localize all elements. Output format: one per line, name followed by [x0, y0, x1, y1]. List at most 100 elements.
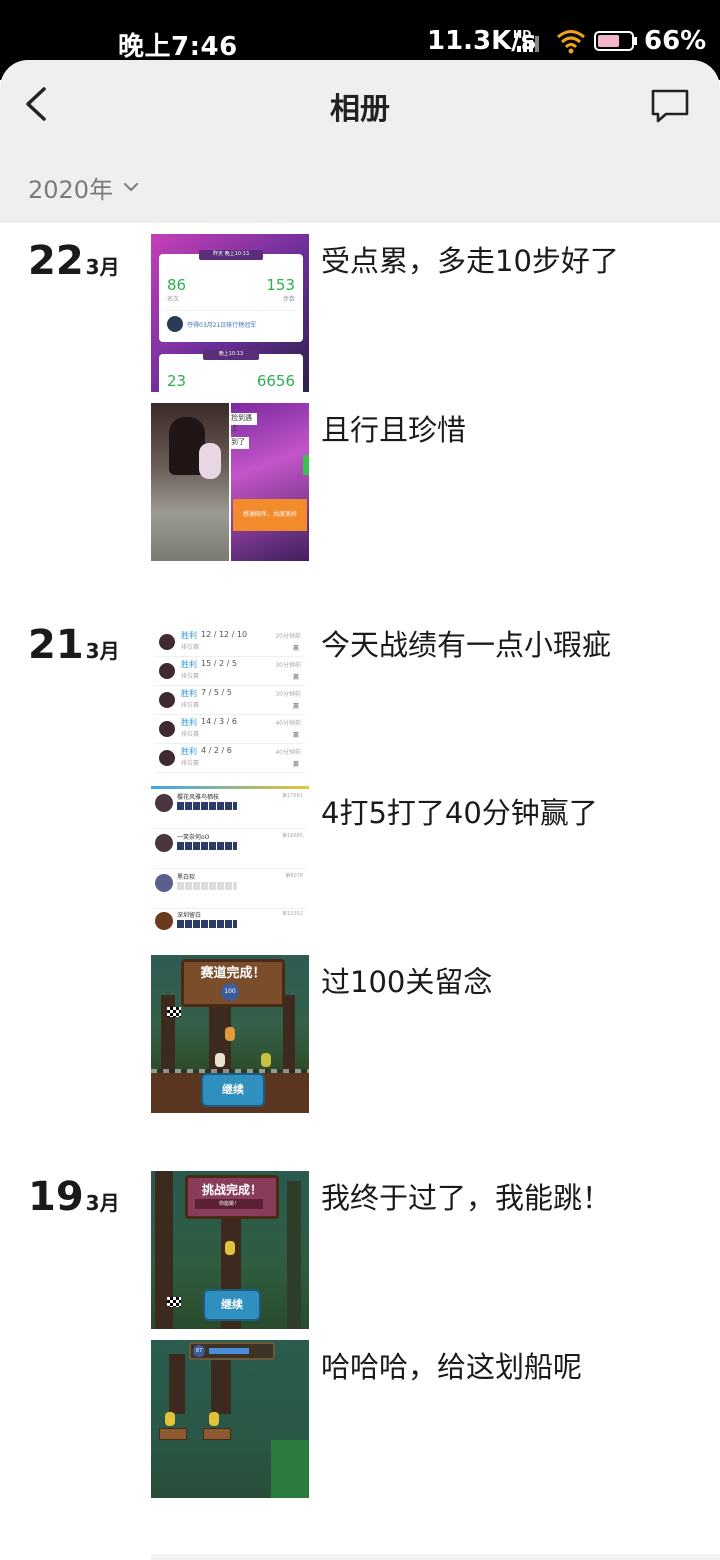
avatar [159, 750, 175, 766]
page-title: 相册 [330, 92, 390, 127]
tree-trunk [287, 1181, 301, 1329]
player-name: 黑白软 [177, 874, 196, 881]
item-strip [177, 920, 237, 928]
orange-banner: 感谢陪伴，共度美好 [233, 499, 307, 531]
divider [165, 310, 297, 311]
rank-number: 86 [167, 276, 187, 294]
match-result: 胜利 [181, 631, 197, 640]
item-strip [177, 802, 237, 810]
game-sign: 挑战完成！ [185, 1175, 279, 1219]
tree-trunk [283, 995, 295, 1075]
date-month: 3月 [85, 1191, 120, 1215]
date-label: 22 3月 [28, 238, 120, 284]
steps-card: 昨天 晚上10:13 86 153 名次 步数 夺得03月21日排行榜冠军 [159, 250, 303, 342]
date-day: 21 [28, 622, 84, 668]
avatar [159, 634, 175, 650]
match-kda: 7 / 5 / 5 [201, 688, 232, 697]
chat-bubble: 捡到遇上 [231, 413, 257, 432]
date-month: 3月 [85, 639, 120, 663]
match-mode: 排位赛 [181, 644, 200, 651]
match-time: 30分钟前 [275, 662, 301, 669]
match-kda: 4 / 2 / 6 [201, 746, 232, 755]
player-name: 樱花风雅鸟栖枝 [177, 794, 220, 801]
post-caption[interactable]: 我终于过了，我能跳！ [321, 1175, 611, 1217]
progress-strip [151, 786, 309, 789]
player-score: 第17681 [282, 793, 303, 799]
player-row: 黑白软 第8078 [153, 870, 307, 909]
post-caption[interactable]: 今天战绩有一点小瑕疵 [321, 622, 611, 664]
steps-label: 步数 [282, 296, 295, 303]
tree-trunk [169, 1354, 185, 1414]
character [165, 1412, 175, 1426]
year-filter[interactable]: 2020年 [0, 150, 720, 223]
battery-icon [594, 31, 637, 51]
photo-thumbnail[interactable]: 87 [151, 1340, 309, 1498]
rank-label: 名次 [167, 296, 180, 303]
photo-thumbnail[interactable]: 赛道完成！ 100 继续 [151, 955, 309, 1113]
match-kda: 12 / 12 / 10 [201, 630, 248, 639]
character [209, 1412, 219, 1426]
avatar [155, 874, 173, 892]
comment-icon[interactable] [650, 88, 690, 124]
item-strip [177, 882, 237, 890]
date-label: 21 3月 [28, 622, 120, 668]
tree-trunk [211, 1354, 231, 1414]
card-header: 晚上10:13 [203, 350, 259, 360]
match-result: 胜利 [181, 660, 197, 669]
avatar [167, 316, 183, 332]
battery-percent: 66% [644, 26, 707, 56]
status-time: 晚上7:46 [118, 32, 238, 62]
match-row: 胜利 4 / 2 / 6 排位赛 40分钟前 赢 [155, 744, 305, 773]
post-caption[interactable]: 受点累，多走10步好了 [321, 238, 619, 280]
match-result: 胜利 [181, 718, 197, 727]
game-subtitle: 你能跳！ [195, 1199, 263, 1209]
progress-fill [209, 1348, 249, 1354]
character [215, 1053, 225, 1067]
photo-thumbnail[interactable]: 樱花风雅鸟栖枝 第17681 一笑奈何oO 第16685 黑白软 第8078 深… [151, 786, 309, 944]
post-caption[interactable]: 过100关留念 [321, 959, 492, 1001]
steps-card: 晚上10:13 23 6656 [159, 350, 303, 392]
avatar [159, 663, 175, 679]
green-bar [303, 455, 309, 475]
match-row: 胜利 12 / 12 / 10 排位赛 20分钟前 赢 [155, 628, 305, 657]
photo-right [231, 403, 309, 561]
character [225, 1241, 235, 1255]
match-row: 胜利 14 / 3 / 6 排位赛 40分钟前 赢 [155, 715, 305, 744]
rank-number: 23 [167, 372, 187, 390]
match-mode: 排位赛 [181, 673, 200, 680]
checkered-flag-icon [167, 1297, 181, 1307]
date-label: 19 3月 [28, 1174, 120, 1220]
date-month: 3月 [85, 255, 120, 279]
character [261, 1053, 271, 1067]
item-strip [177, 842, 237, 850]
match-kda: 14 / 3 / 6 [201, 717, 237, 726]
photo-thumbnail[interactable]: 挑战完成！ 你能跳！ 继续 [151, 1171, 309, 1329]
steps-number: 153 [266, 276, 295, 294]
player-row: 一笑奈何oO 第16685 [153, 830, 307, 869]
post-caption[interactable]: 哈哈哈，给这划船呢 [321, 1344, 582, 1386]
player-name: 一笑奈何oO [177, 834, 210, 841]
match-tag: 赢 [292, 703, 299, 710]
card-header: 昨天 晚上10:13 [199, 250, 263, 260]
player-name: 深圳留白 [177, 912, 202, 919]
photo-thumbnail[interactable]: 胜利 12 / 12 / 10 排位赛 20分钟前 赢 胜利 15 / 2 / … [151, 618, 309, 776]
character [225, 1027, 235, 1041]
match-result: 胜利 [181, 689, 197, 698]
platform [159, 1428, 187, 1440]
match-time: 40分钟前 [275, 749, 301, 756]
photo-thumbnail[interactable]: 昨天 晚上10:13 86 153 名次 步数 夺得03月21日排行榜冠军 晚上… [151, 234, 309, 392]
post-caption[interactable]: 4打5打了40分钟赢了 [321, 790, 598, 832]
steps-number: 6656 [256, 372, 295, 390]
avatar [155, 912, 173, 930]
wifi-icon [557, 30, 585, 54]
match-mode: 排位赛 [181, 702, 200, 709]
match-time: 30分钟前 [275, 691, 301, 698]
match-tag: 赢 [292, 674, 299, 681]
match-tag: 赢 [292, 645, 299, 652]
avatar [155, 794, 173, 812]
continue-button: 继续 [201, 1073, 265, 1107]
player-row: 樱花风雅鸟栖枝 第17681 [153, 790, 307, 829]
app-bar: 相册 [0, 60, 720, 150]
photo-thumbnail[interactable]: 捡到遇上 到了 感谢陪伴，共度美好 [151, 403, 309, 561]
post-caption[interactable]: 且行且珍惜 [321, 407, 466, 449]
